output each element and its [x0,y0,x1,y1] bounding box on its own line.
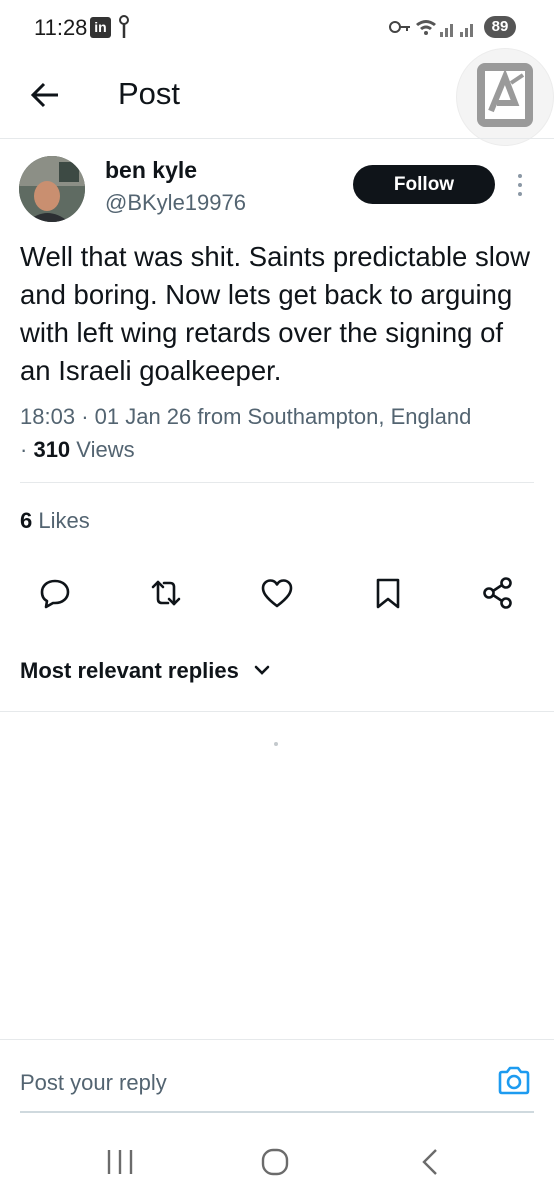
status-icons [388,14,480,40]
avatar[interactable] [19,156,85,222]
vpn-key-icon [389,21,410,33]
reply-button[interactable] [37,575,73,611]
replies-sort-dropdown[interactable]: Most relevant replies [20,658,273,684]
post-time[interactable]: 18:03 [20,404,75,429]
system-back-icon [422,1149,437,1175]
wifi-icon [416,20,436,35]
linkedin-notification-icon: in [90,17,111,38]
reply-icon [40,579,70,609]
reply-input-underline [20,1111,534,1113]
status-time: 11:28 [34,15,88,40]
post-location: from Southampton, England [197,404,472,429]
like-icon [261,579,293,608]
notification-icon [117,14,131,45]
camera-icon [498,1066,530,1095]
home-button[interactable] [255,1142,295,1182]
reply-bar-divider [0,1039,554,1040]
replies-sort-label: Most relevant replies [20,658,239,683]
post-text: Well that was shit. Saints predictable s… [20,241,530,386]
signal-icon-2 [460,24,473,37]
views-label: Views [76,437,135,462]
repost-icon [151,580,181,606]
recent-apps-button[interactable] [100,1142,140,1182]
likes-label: Likes [38,508,90,533]
camera-button[interactable] [496,1063,532,1099]
back-arrow-icon [30,82,58,108]
recent-apps-icon [107,1150,133,1174]
share-button[interactable] [480,575,516,611]
post-meta: 18:03 · 01 Jan 26 from Southampton, Engl… [20,404,472,462]
header-divider [0,138,554,139]
chevron-down-icon [254,665,270,675]
loading-indicator [274,742,278,746]
likes-count: 6 [20,508,33,533]
floating-app-icon[interactable] [456,48,554,146]
system-back-button[interactable] [410,1142,450,1182]
meta-divider [20,482,534,483]
more-options-icon[interactable] [512,170,528,200]
page-title: Post [118,76,181,111]
bookmark-button[interactable] [370,575,406,611]
author-handle[interactable]: @BKyle19976 [105,190,246,216]
home-icon [261,1148,289,1176]
post-date[interactable]: 01 Jan 26 [95,404,192,429]
share-icon [483,577,512,609]
back-button[interactable] [26,75,66,115]
bookmark-icon [376,578,400,609]
like-button[interactable] [259,575,295,611]
replies-divider [0,711,554,712]
likes-row[interactable]: 6 Likes [20,508,90,534]
repost-button[interactable] [148,575,184,611]
signal-icon-1 [440,24,453,37]
views-count: 310 [33,437,71,462]
battery-indicator: 89 [484,16,516,38]
follow-button[interactable]: Follow [353,165,495,204]
author-name[interactable]: ben kyle [105,157,197,184]
reply-input[interactable] [20,1065,480,1101]
